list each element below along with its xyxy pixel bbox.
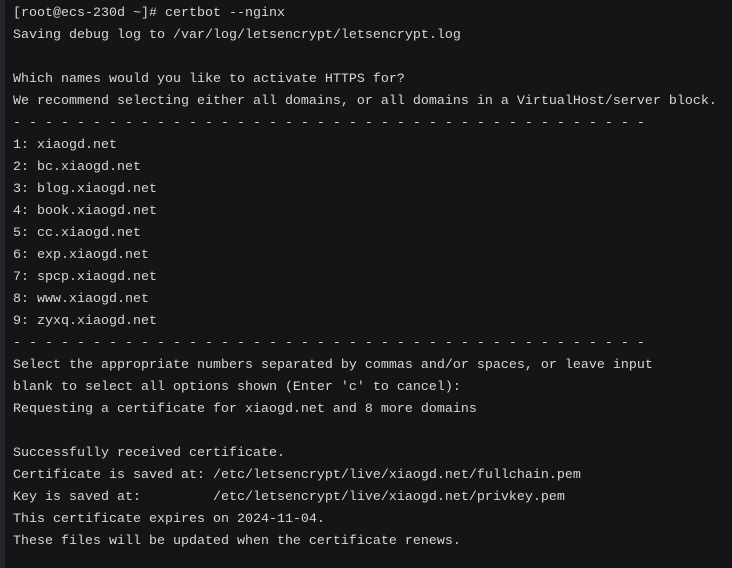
terminal-line: Key is saved at: /etc/letsencrypt/live/x…	[13, 490, 565, 505]
window-edge	[0, 0, 5, 568]
terminal-line: 6: exp.xiaogd.net	[13, 248, 149, 263]
terminal-line: 3: blog.xiaogd.net	[13, 182, 157, 197]
terminal-line: 2: bc.xiaogd.net	[13, 160, 141, 175]
terminal-line: 7: spcp.xiaogd.net	[13, 270, 157, 285]
terminal-line: - - - - - - - - - - - - - - - - - - - - …	[13, 336, 645, 351]
terminal-line: Saving debug log to /var/log/letsencrypt…	[13, 28, 461, 43]
terminal-line: 1: xiaogd.net	[13, 138, 117, 153]
terminal-line: [root@ecs-230d ~]# certbot --nginx	[13, 6, 285, 21]
terminal-line: We recommend selecting either all domain…	[13, 94, 717, 109]
terminal-line: These files will be updated when the cer…	[13, 534, 461, 549]
terminal-line: - - - - - - - - - - - - - - - - - - - - …	[13, 116, 645, 131]
terminal-line: Select the appropriate numbers separated…	[13, 358, 653, 373]
terminal-line: 9: zyxq.xiaogd.net	[13, 314, 157, 329]
terminal-line: Which names would you like to activate H…	[13, 72, 405, 87]
terminal-line: 8: www.xiaogd.net	[13, 292, 149, 307]
terminal-line: Successfully received certificate.	[13, 446, 285, 461]
terminal-line: 4: book.xiaogd.net	[13, 204, 157, 219]
terminal-line: 5: cc.xiaogd.net	[13, 226, 141, 241]
terminal-line: blank to select all options shown (Enter…	[13, 380, 461, 395]
terminal-line: Requesting a certificate for xiaogd.net …	[13, 402, 477, 417]
terminal-line: Certificate is saved at: /etc/letsencryp…	[13, 468, 581, 483]
terminal-line: This certificate expires on 2024-11-04.	[13, 512, 325, 527]
terminal-output[interactable]: [root@ecs-230d ~]# certbot --nginx Saving…	[13, 3, 717, 553]
